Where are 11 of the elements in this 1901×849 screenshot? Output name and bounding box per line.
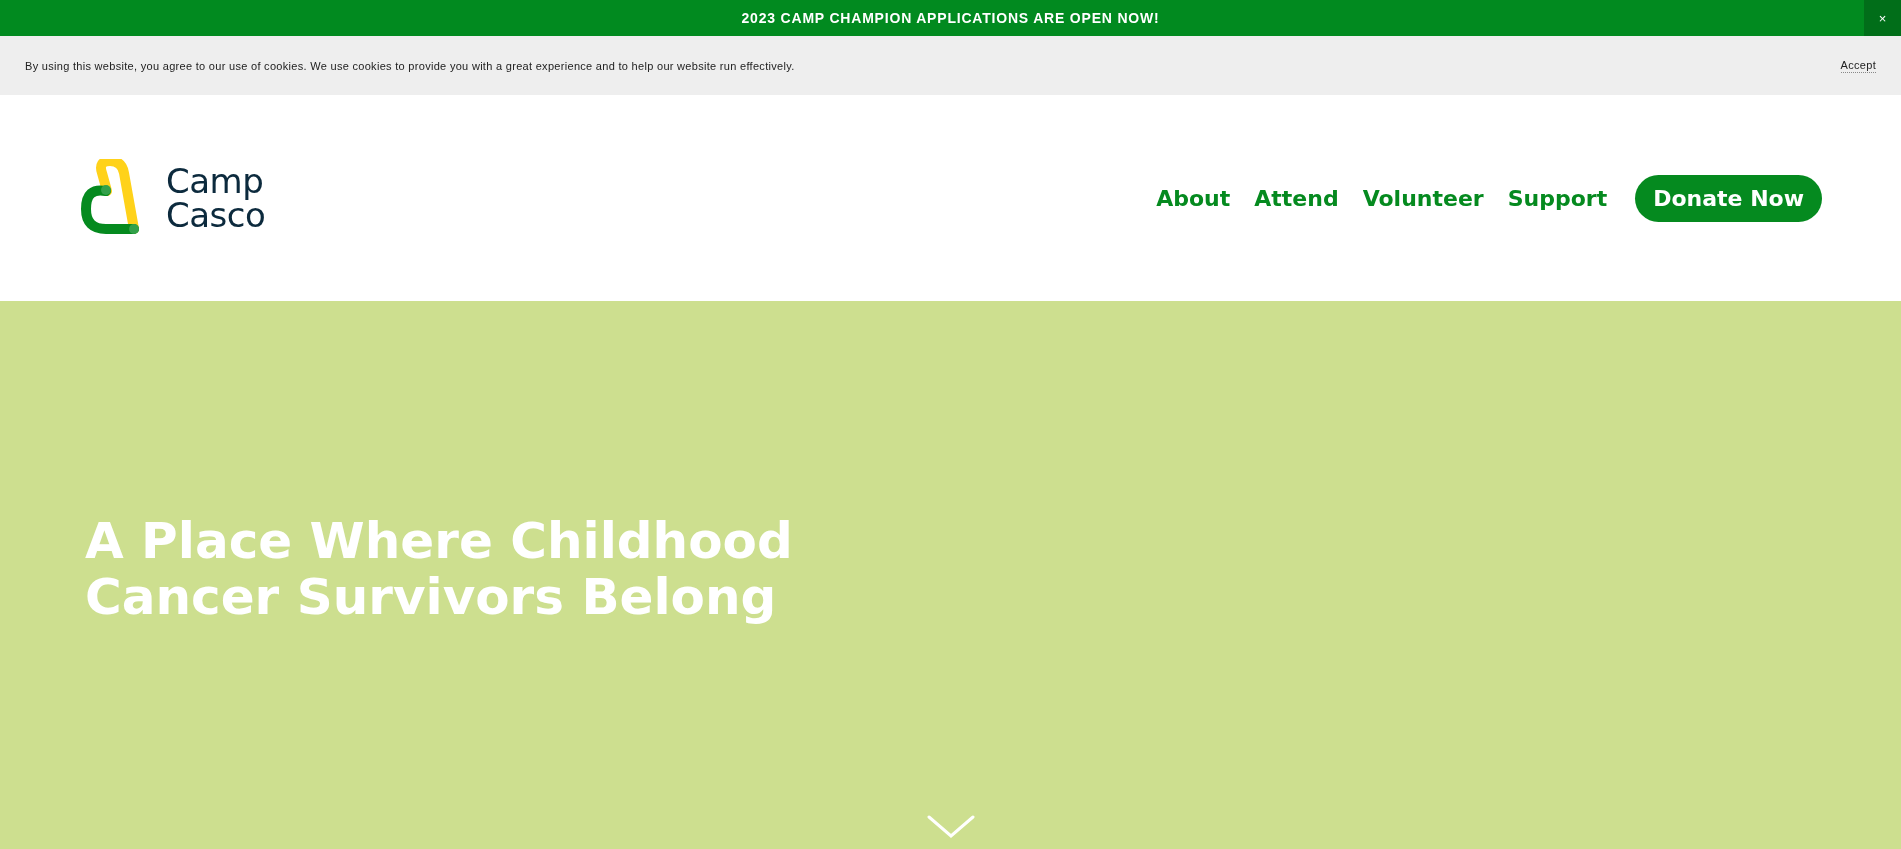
nav-link[interactable]: About (1156, 185, 1231, 211)
nav-link[interactable]: Volunteer (1362, 185, 1484, 211)
announcement-text: 2023 CAMP CHAMPION APPLICATIONS ARE OPEN NOW! (741, 10, 1160, 26)
accept-link[interactable]: Accept (1840, 58, 1876, 73)
cookie-text: By using this website, you agree to our use of cookies. We use cookies to provide you with a great experience and to help our website run effectively. (25, 59, 795, 72)
hero-headline: A Place Where Childhood Cancer Survivors Belong (85, 513, 794, 625)
close-button[interactable]: × (1864, 0, 1901, 36)
nav-link[interactable]: Support (1507, 185, 1608, 211)
donate-button[interactable]: Donate Now (1635, 174, 1822, 222)
nav-link[interactable]: Attend (1254, 185, 1339, 211)
logo-text[interactable]: Camp Casco (166, 164, 266, 232)
